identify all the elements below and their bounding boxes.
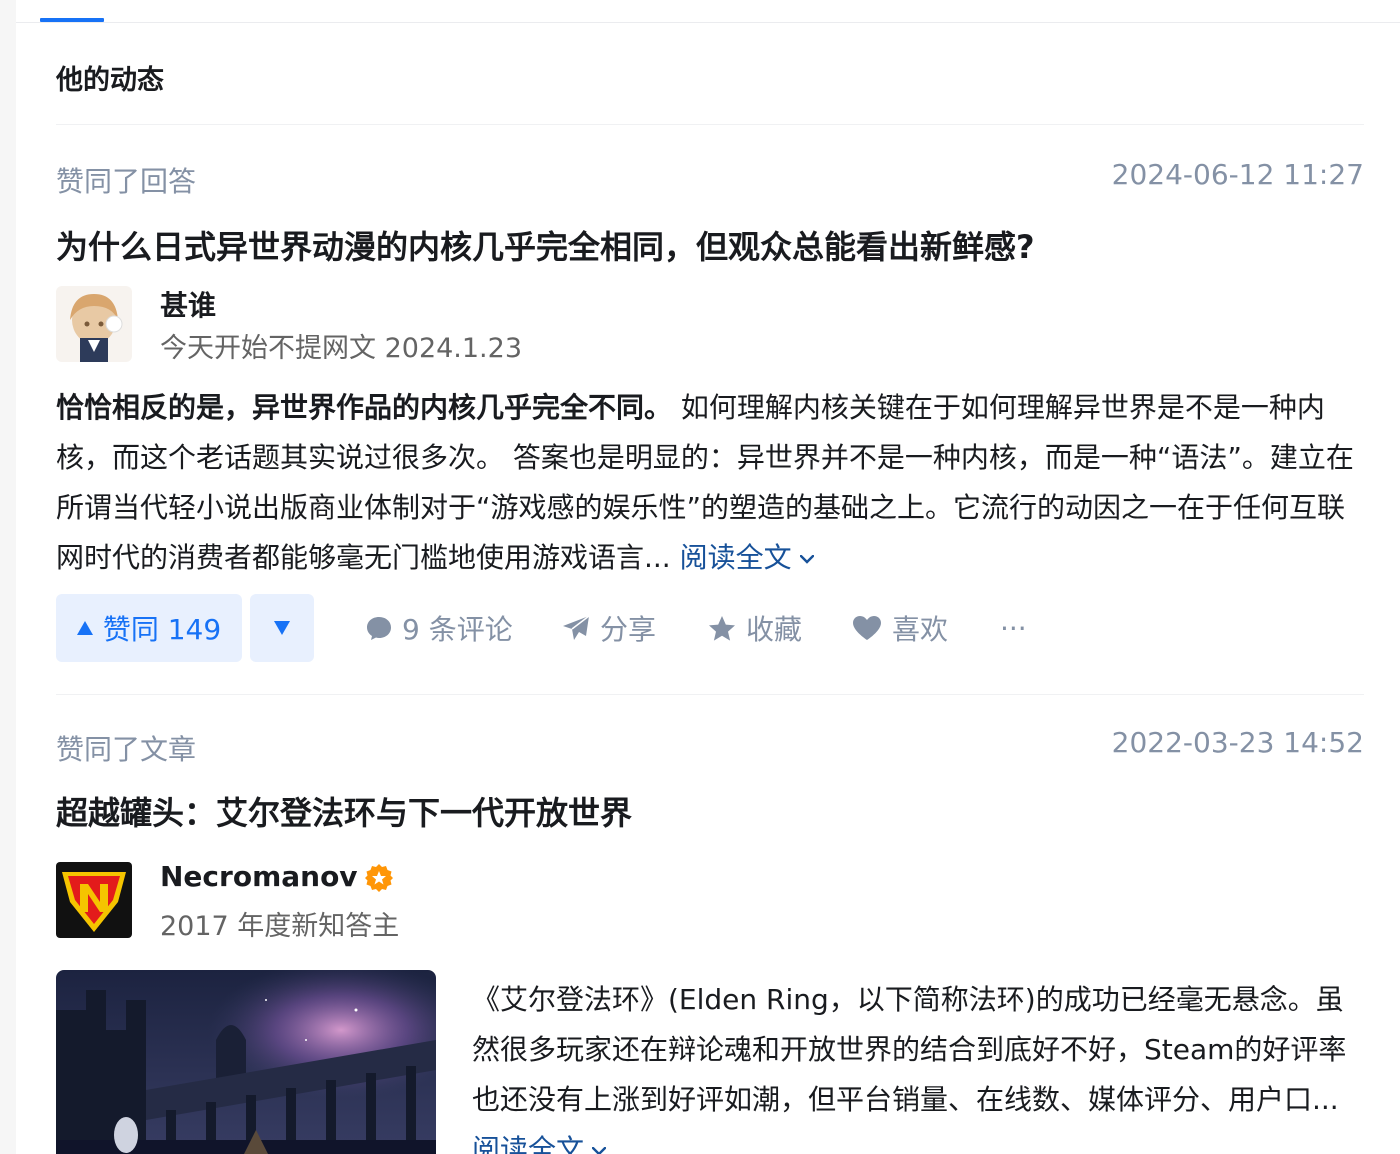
comments-button[interactable]: 9 条评论 (366, 594, 513, 662)
vote-up-button[interactable]: 赞同 149 (56, 594, 242, 662)
triangle-down-icon (274, 621, 290, 635)
active-tab-indicator (40, 18, 104, 22)
activity-type: 赞同了文章 (56, 733, 197, 766)
author-avatar[interactable] (56, 862, 132, 938)
tabs-divider (16, 22, 1400, 23)
article-cover-image[interactable] (56, 970, 436, 1154)
read-more-link[interactable]: 阅读全文 (680, 541, 814, 574)
answer-excerpt[interactable]: 恰恰相反的是，异世界作品的内核几乎完全不同。 如何理解内核关键在于如何理解异世界… (56, 383, 1366, 583)
comment-icon (367, 617, 391, 640)
read-more-link[interactable]: 阅读全文 (472, 1133, 607, 1154)
activity-time: 2022-03-23 14:52 (1111, 726, 1364, 759)
profile-activity-card: 他的动态 赞同了回答 2024-06-12 11:27 为什么日式异世界动漫的内… (16, 0, 1400, 1154)
section-divider (56, 124, 1364, 125)
activity-type: 赞同了回答 (56, 165, 197, 198)
vote-down-button[interactable] (250, 594, 314, 662)
activity-time: 2024-06-12 11:27 (1111, 158, 1364, 191)
more-icon: ··· (1000, 611, 1027, 645)
article-title-link[interactable]: 超越罐头：艾尔登法环与下一代开放世界 (56, 788, 632, 834)
heart-icon (853, 616, 881, 640)
author-name-link[interactable]: 甚谁 (160, 284, 216, 324)
share-button[interactable]: 分享 (562, 594, 656, 662)
answer-actions: 赞同 149 9 条评论 分享 收藏 喜欢 ··· (56, 594, 1356, 662)
share-icon (563, 615, 590, 640)
author-name-link[interactable]: Necromanov (160, 860, 394, 893)
more-button[interactable]: ··· (1000, 594, 1027, 662)
like-button[interactable]: 喜欢 (852, 594, 948, 662)
vote-up-label: 赞同 149 (102, 613, 222, 646)
triangle-up-icon (76, 621, 93, 635)
chevron-down-icon (799, 554, 814, 564)
item-divider (56, 694, 1364, 695)
question-title-link[interactable]: 为什么日式异世界动漫的内核几乎完全相同，但观众总能看出新鲜感? (56, 222, 1035, 268)
author-avatar[interactable] (56, 286, 132, 362)
section-title: 他的动态 (56, 65, 164, 96)
verified-badge-icon (364, 864, 393, 892)
author-bio: 今天开始不提网文 2024.1.23 (160, 333, 522, 364)
article-excerpt[interactable]: 《艾尔登法环》(Elden Ring，以下简称法环)的成功已经毫无悬念。虽然很多… (472, 975, 1362, 1154)
excerpt-bold-lead: 恰恰相反的是，异世界作品的内核几乎完全不同。 (56, 391, 673, 424)
collect-button[interactable]: 收藏 (708, 594, 802, 662)
excerpt-text: 《艾尔登法环》(Elden Ring，以下简称法环)的成功已经毫无悬念。虽然很多… (472, 983, 1347, 1116)
author-bio: 2017 年度新知答主 (160, 911, 400, 942)
star-icon (709, 615, 735, 641)
chevron-down-icon (592, 1146, 607, 1154)
